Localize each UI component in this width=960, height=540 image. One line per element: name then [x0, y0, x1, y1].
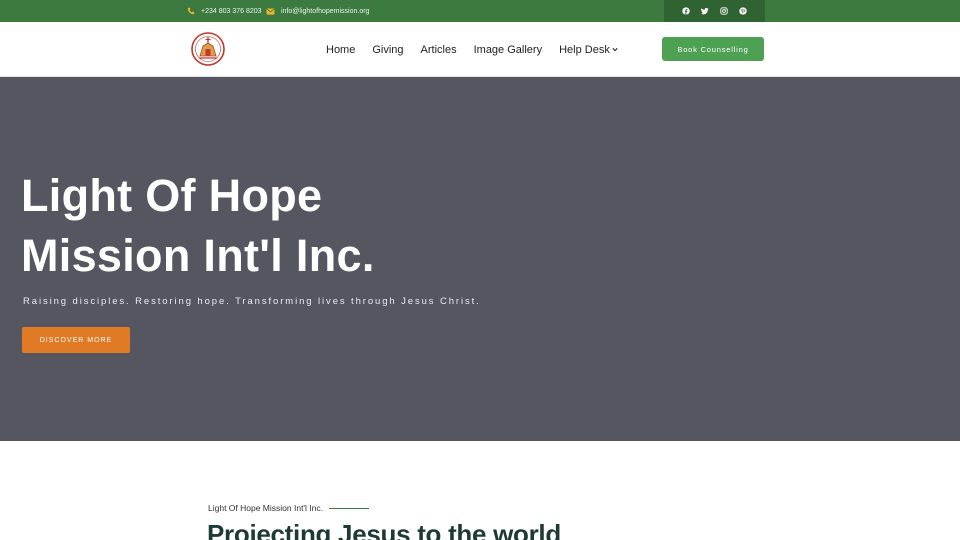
- site-header: Home Giving Articles Image Gallery Help …: [0, 22, 960, 77]
- main-nav: Home Giving Articles Image Gallery Help …: [326, 22, 635, 77]
- nav-image-gallery[interactable]: Image Gallery: [474, 44, 542, 56]
- phone-contact[interactable]: +234 803 376 8203: [187, 0, 262, 22]
- eyebrow-divider: [329, 507, 370, 509]
- hero-subtitle: Raising disciples. Restoring hope. Trans…: [23, 296, 481, 307]
- intro-eyebrow: Light Of Hope Mission Int'l Inc.: [208, 503, 370, 513]
- pinterest-icon[interactable]: [739, 7, 748, 15]
- instagram-icon[interactable]: [720, 7, 728, 15]
- social-links: [664, 0, 765, 22]
- nav-home[interactable]: Home: [326, 44, 355, 56]
- hero-section: Light Of Hope Mission Int'l Inc. Raising…: [0, 77, 960, 441]
- nav-articles[interactable]: Articles: [421, 44, 457, 56]
- twitter-icon[interactable]: [700, 7, 709, 15]
- envelope-icon: [266, 7, 275, 15]
- chevron-down-icon: [612, 47, 618, 52]
- hero-title: Light Of Hope Mission Int'l Inc.: [21, 166, 375, 286]
- hero-title-line-2: Mission Int'l Inc.: [21, 230, 375, 281]
- discover-more-button[interactable]: DISCOVER MORE: [22, 327, 130, 353]
- nav-help-desk[interactable]: Help Desk: [559, 44, 618, 56]
- intro-title: Projecting Jesus to the world: [207, 519, 561, 540]
- facebook-icon[interactable]: [681, 7, 690, 15]
- eyebrow-text: Light Of Hope Mission Int'l Inc.: [208, 503, 324, 513]
- email-contact[interactable]: info@lightofhopemission.org: [266, 0, 369, 22]
- phone-number: +234 803 376 8203: [201, 7, 262, 15]
- mission-logo[interactable]: [191, 32, 225, 66]
- intro-section: Light Of Hope Mission Int'l Inc. Project…: [0, 441, 960, 540]
- phone-icon: [187, 7, 195, 15]
- nav-giving[interactable]: Giving: [372, 44, 403, 56]
- email-address: info@lightofhopemission.org: [281, 7, 370, 15]
- hero-title-line-1: Light Of Hope: [21, 170, 323, 221]
- top-contact-bar: +234 803 376 8203 info@lightofhopemissio…: [0, 0, 960, 22]
- book-counselling-button[interactable]: Book Counselling: [662, 37, 764, 61]
